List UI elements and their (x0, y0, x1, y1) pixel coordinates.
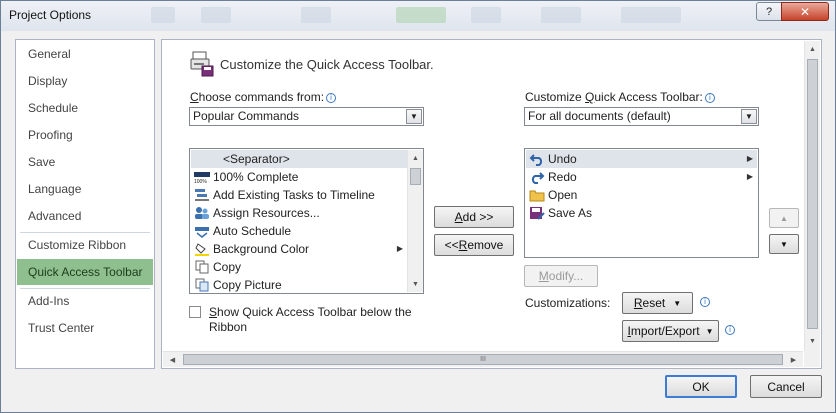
scroll-thumb[interactable] (807, 59, 818, 329)
resources-icon (191, 206, 213, 220)
chevron-up-icon[interactable]: ▲ (805, 41, 820, 57)
move-up-button[interactable]: ▲ (769, 208, 799, 228)
background-ribbon-ghost (541, 7, 581, 23)
nav-item-quick-access-toolbar[interactable]: Quick Access Toolbar (17, 259, 153, 285)
toolbar-items-list[interactable]: Undo ▶ Redo ▶ Open Save As (524, 148, 759, 258)
list-item[interactable]: Background Color ▶ (191, 240, 407, 258)
list-item[interactable]: 100% 100% Complete (191, 168, 407, 186)
chevron-up-icon[interactable]: ▲ (408, 150, 423, 166)
add-button[interactable]: Add >> (434, 206, 514, 228)
chevron-down-icon: ▼ (673, 298, 682, 308)
qat-settings-panel: Customize the Quick Access Toolbar. Choo… (161, 39, 822, 369)
nav-item-proofing[interactable]: Proofing (17, 122, 153, 148)
modify-button[interactable]: Modify... (524, 265, 598, 287)
background-ribbon-ghost (621, 7, 681, 23)
chevron-down-icon[interactable]: ▼ (741, 109, 757, 124)
info-icon[interactable]: i (700, 297, 710, 307)
copy-picture-icon (191, 278, 213, 292)
choose-commands-dropdown[interactable]: Popular Commands ▼ (189, 107, 424, 126)
help-button[interactable]: ? (756, 2, 782, 21)
quick-access-toolbar-icon (190, 51, 214, 77)
scroll-thumb[interactable] (410, 168, 421, 185)
folder-icon (526, 188, 548, 202)
list-item[interactable]: Copy (191, 258, 407, 276)
cancel-button[interactable]: Cancel (750, 375, 822, 398)
choose-commands-label: Choose commands from: i (190, 90, 337, 104)
show-below-ribbon-label[interactable]: Show Quick Access Toolbar below the Ribb… (209, 305, 412, 335)
content-horizontal-scrollbar[interactable]: ◀ III ▶ (163, 351, 803, 367)
nav-item-language[interactable]: Language (17, 176, 153, 202)
content-vertical-scrollbar[interactable]: ▲ ▼ (804, 41, 820, 351)
submenu-arrow-icon: ▶ (746, 172, 753, 181)
title-bar: Project Options ? ✕ (1, 1, 835, 31)
reset-button[interactable]: Reset ▼ (622, 292, 693, 314)
undo-icon (526, 152, 548, 166)
customize-qat-value: For all documents (default) (528, 109, 671, 123)
project-options-window: Project Options ? ✕ General Display Sche… (0, 0, 836, 413)
percent-complete-icon: 100% (191, 170, 213, 184)
scroll-corner (804, 351, 820, 367)
copy-icon (191, 260, 213, 274)
scroll-thumb[interactable]: III (183, 354, 783, 365)
chevron-left-icon[interactable]: ◀ (165, 352, 180, 368)
list-item[interactable]: <Separator> (191, 150, 407, 168)
customize-qat-dropdown[interactable]: For all documents (default) ▼ (524, 107, 759, 126)
nav-item-customize-ribbon[interactable]: Customize Ribbon (17, 232, 153, 258)
list-item[interactable]: Redo ▶ (526, 168, 757, 186)
import-export-button[interactable]: Import/Export ▼ (622, 320, 719, 342)
background-ribbon-ghost (201, 7, 231, 23)
info-icon[interactable]: i (326, 93, 337, 103)
svg-text:100%: 100% (194, 179, 207, 184)
chevron-down-icon[interactable]: ▼ (805, 333, 820, 349)
submenu-arrow-icon: ▶ (746, 154, 753, 163)
choose-commands-value: Popular Commands (193, 109, 300, 123)
submenu-arrow-icon: ▶ (396, 244, 403, 253)
commands-scrollbar[interactable]: ▲ ▼ (407, 150, 423, 292)
customize-qat-label: Customize Quick Access Toolbar: i (525, 90, 715, 104)
ok-button[interactable]: OK (665, 375, 737, 398)
customizations-label: Customizations: (525, 296, 611, 310)
chevron-down-icon: ▼ (705, 326, 714, 336)
nav-item-display[interactable]: Display (17, 68, 153, 94)
show-below-ribbon-checkbox[interactable] (189, 306, 201, 318)
chevron-down-icon[interactable]: ▼ (408, 276, 423, 292)
window-title: Project Options (9, 8, 92, 22)
list-item[interactable]: Save As (526, 204, 757, 222)
list-item[interactable]: Open (526, 186, 757, 204)
auto-schedule-icon (191, 224, 213, 238)
close-button[interactable]: ✕ (781, 2, 829, 21)
redo-icon (526, 170, 548, 184)
nav-item-advanced[interactable]: Advanced (17, 203, 153, 229)
section-heading: Customize the Quick Access Toolbar. (190, 51, 434, 77)
list-item[interactable]: Assign Resources... (191, 204, 407, 222)
background-ribbon-ghost (471, 7, 501, 23)
info-icon[interactable]: i (725, 325, 735, 335)
move-down-button[interactable]: ▼ (769, 234, 799, 254)
list-item[interactable]: Undo ▶ (526, 150, 757, 168)
background-ribbon-ghost (301, 7, 331, 23)
nav-item-schedule[interactable]: Schedule (17, 95, 153, 121)
list-item[interactable]: Copy Picture (191, 276, 407, 293)
commands-list[interactable]: <Separator> 100% 100% Complete Add Exist… (189, 148, 424, 294)
list-item[interactable]: Auto Schedule (191, 222, 407, 240)
background-ribbon-ghost (396, 7, 446, 23)
info-icon[interactable]: i (704, 93, 715, 103)
background-ribbon-ghost (151, 7, 175, 23)
remove-button[interactable]: << Remove (434, 234, 514, 256)
options-nav: General Display Schedule Proofing Save L… (15, 39, 155, 369)
nav-item-add-ins[interactable]: Add-Ins (17, 288, 153, 314)
nav-item-trust-center[interactable]: Trust Center (17, 315, 153, 341)
section-heading-text: Customize the Quick Access Toolbar. (220, 56, 434, 72)
timeline-icon (191, 188, 213, 202)
save-as-icon (526, 206, 548, 220)
paint-bucket-icon (191, 242, 213, 256)
nav-item-save[interactable]: Save (17, 149, 153, 175)
list-item[interactable]: Add Existing Tasks to Timeline (191, 186, 407, 204)
nav-item-general[interactable]: General (17, 41, 153, 67)
chevron-right-icon[interactable]: ▶ (786, 352, 801, 368)
chevron-down-icon[interactable]: ▼ (406, 109, 422, 124)
